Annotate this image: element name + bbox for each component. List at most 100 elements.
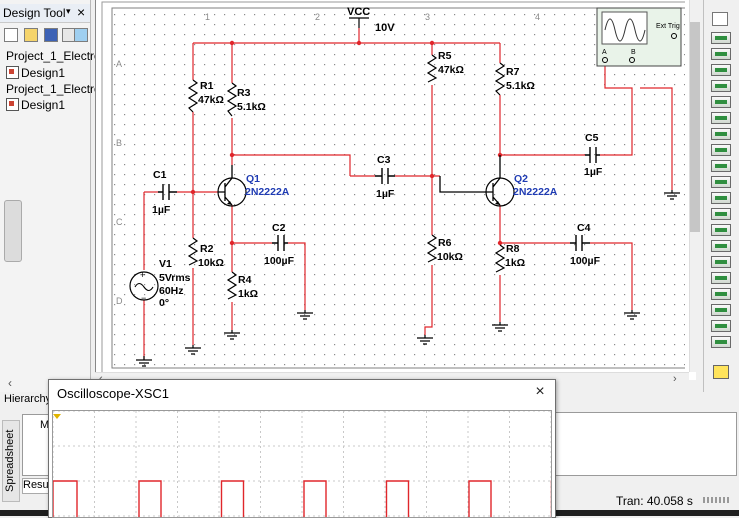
instrument-four-channel-scope-icon[interactable] [711, 80, 731, 92]
design-icon [6, 66, 19, 79]
vcc-value: 10V [375, 22, 395, 34]
label-q1-value: 2N2222A [245, 186, 290, 198]
tree-project-1[interactable]: Project_1_Electro [6, 49, 101, 65]
border-letter: D [116, 296, 123, 306]
instrument-logic-analyzer-icon[interactable] [711, 160, 731, 172]
label-r2-value: 10kΩ [198, 257, 224, 269]
instrument-ni-elvis-icon[interactable] [711, 320, 731, 332]
instrument-agilent-scope-icon[interactable] [711, 272, 731, 284]
scroll-right-icon[interactable]: › [673, 373, 677, 385]
simulation-time: Tran: 40.058 s [616, 494, 693, 508]
label-r8-ref: R8 [506, 243, 520, 255]
label-c2-ref: C2 [272, 222, 286, 234]
tree-design-1[interactable]: Design1 [6, 66, 65, 82]
instrument-counter-icon[interactable] [711, 112, 731, 124]
label-r5-ref: R5 [438, 50, 452, 62]
ext-trig-label: Ext Trig [656, 23, 680, 30]
vcc-name: VCC [347, 6, 370, 18]
label-r3-ref: R3 [237, 87, 251, 99]
label-r3-value: 5.1kΩ [237, 101, 266, 113]
instrument-logic-converter-icon[interactable] [711, 144, 731, 156]
label-q2-value: 2N2222A [513, 186, 558, 198]
border-letter: C [116, 217, 123, 227]
schematic-drawing[interactable]: A B C D 1 2 3 4 5 VCC 10V [100, 0, 685, 372]
design-toolbox-title: Design Tool [3, 6, 66, 20]
instrument-function-generator-icon[interactable] [711, 32, 731, 44]
label-r1-value: 47kΩ [198, 94, 224, 106]
multimeter-icon[interactable] [712, 12, 728, 26]
label-v1-ref: V1 [159, 258, 172, 270]
tree-item-label: Design1 [21, 98, 66, 112]
label-c5-ref: C5 [585, 132, 599, 144]
label-r8-value: 1kΩ [505, 257, 525, 269]
instrument-iv-analyzer-icon[interactable] [711, 176, 731, 188]
label-q1-ref: Q1 [246, 173, 260, 185]
instrument-wattmeter-icon[interactable] [711, 48, 731, 60]
instrument-spectrum-analyzer-icon[interactable] [711, 208, 731, 220]
label-q2-ref: Q2 [514, 173, 528, 185]
label-c4-value: 100µF [570, 255, 601, 267]
svg-text:+: + [140, 270, 145, 280]
label-r6-value: 10kΩ [437, 251, 463, 263]
panel-splitter-handle[interactable] [4, 200, 22, 262]
label-r4-value: 1kΩ [238, 288, 258, 300]
toolbox-toolbar [4, 27, 90, 43]
label-c4-ref: C4 [577, 222, 591, 234]
toolbox-scroll-left-icon[interactable]: ‹ [8, 376, 12, 390]
label-c3-value: 1µF [376, 188, 395, 200]
instrument-network-analyzer-icon[interactable] [711, 224, 731, 236]
tree-project-2[interactable]: Project_1_Electro [6, 82, 101, 98]
save-icon[interactable] [44, 28, 58, 42]
close-icon[interactable]: × [531, 383, 549, 401]
svg-text:−: − [141, 293, 146, 303]
label-r7-value: 5.1kΩ [506, 80, 535, 92]
label-c2-value: 100µF [264, 255, 295, 267]
label-v1-frequency: 60Hz [159, 285, 184, 297]
instrument-current-probe-icon[interactable] [711, 336, 731, 348]
instrument-distortion-analyzer-icon[interactable] [711, 192, 731, 204]
label-c1-value: 1µF [152, 204, 171, 216]
open-folder-icon[interactable] [24, 28, 38, 42]
scope-terminal-b: B [631, 49, 636, 56]
instrument-agilent-generator-icon[interactable] [711, 240, 731, 252]
label-r4-ref: R4 [238, 274, 252, 286]
label-r6-ref: R6 [438, 237, 452, 249]
tree-design-2[interactable]: Design1 [6, 98, 65, 114]
toolbox-menu-icon[interactable]: ▾ [66, 6, 71, 17]
scope-terminal-a: A [602, 49, 607, 56]
canvas-vertical-scroll-thumb[interactable] [690, 22, 700, 232]
instrument-oscilloscope-icon[interactable] [711, 64, 731, 76]
instrument-agilent-multimeter-icon[interactable] [711, 256, 731, 268]
design-icon [6, 98, 19, 111]
tab-hierarchy[interactable]: Hierarchy [4, 393, 51, 407]
label-c1-ref: C1 [153, 169, 167, 181]
spreadsheet-tab-label: Spreadsheet [4, 429, 16, 492]
oscilloscope-symbol[interactable]: Ext Trig A B [596, 7, 682, 67]
border-letter: A [116, 59, 122, 69]
label-c5-value: 1µF [584, 166, 603, 178]
border-number: 1 [205, 12, 210, 22]
new-file-icon[interactable] [4, 28, 18, 42]
label-r5-value: 47kΩ [438, 64, 464, 76]
label-v1-amplitude: 5Vrms [159, 272, 191, 284]
label-r1-ref: R1 [200, 80, 214, 92]
instrument-labview-icon[interactable] [711, 304, 731, 316]
instrument-word-generator-icon[interactable] [711, 128, 731, 140]
oscilloscope-screen [52, 410, 552, 518]
toolbox-close-icon[interactable]: × [77, 4, 85, 20]
instrument-bode-plotter-icon[interactable] [711, 96, 731, 108]
camera-icon[interactable] [74, 28, 88, 42]
tree-item-label: Project_1_Electro [6, 82, 101, 96]
label-v1-phase: 0° [159, 297, 169, 309]
tree-item-label: Project_1_Electro [6, 49, 101, 63]
progress-indicator [703, 497, 729, 503]
probe-icon[interactable] [713, 365, 729, 379]
border-number: 4 [535, 12, 540, 22]
oscilloscope-window-title: Oscilloscope-XSC1 [57, 386, 169, 401]
instrument-tektronix-scope-icon[interactable] [711, 288, 731, 300]
label-r7-ref: R7 [506, 66, 520, 78]
border-number: 3 [425, 12, 430, 22]
instruments-toolbar: ⌄ [695, 0, 739, 409]
status-bar: Tran: 40.058 s [555, 493, 735, 509]
spreadsheet-grid[interactable] [555, 412, 737, 476]
